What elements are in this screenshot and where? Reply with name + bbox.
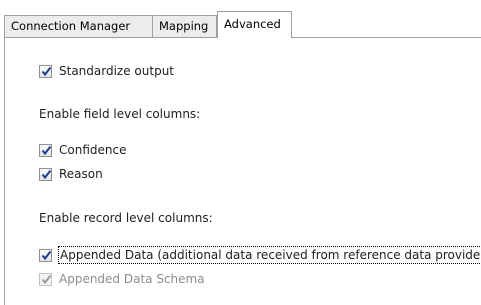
appended-data-label: Appended Data (additional data received … (58, 246, 481, 264)
checkmark-icon (41, 169, 52, 179)
standardize-output-label: Standardize output (59, 64, 175, 78)
tab-advanced[interactable]: Advanced (217, 11, 292, 38)
advanced-pane: Standardize output Enable field level co… (4, 38, 481, 305)
appended-data-schema-label: Appended Data Schema (59, 272, 205, 286)
reason-label: Reason (59, 167, 103, 181)
appended-data-schema-option[interactable]: Appended Data Schema (39, 271, 205, 287)
checkmark-icon (41, 145, 52, 155)
confidence-label: Confidence (59, 143, 127, 157)
reason-checkbox[interactable] (39, 167, 52, 181)
confidence-option[interactable]: Confidence (39, 142, 126, 158)
reason-option[interactable]: Reason (39, 166, 103, 182)
tab-connection-manager[interactable]: Connection Manager (4, 15, 153, 37)
tab-mapping[interactable]: Mapping (153, 15, 217, 37)
appended-data-checkbox[interactable] (39, 248, 52, 262)
record-level-section-label: Enable record level columns: (39, 211, 213, 225)
appended-data-option[interactable]: Appended Data (additional data received … (39, 246, 481, 264)
standardize-output-option[interactable]: Standardize output (39, 63, 174, 79)
checkmark-icon (41, 250, 52, 260)
checkmark-icon (41, 274, 52, 284)
confidence-checkbox[interactable] (39, 143, 52, 157)
field-level-section-label: Enable field level columns: (39, 107, 201, 121)
standardize-output-checkbox[interactable] (39, 64, 52, 78)
appended-data-schema-checkbox[interactable] (39, 272, 52, 286)
tab-strip: Connection Manager Mapping Advanced (0, 0, 481, 43)
checkmark-icon (41, 66, 52, 76)
